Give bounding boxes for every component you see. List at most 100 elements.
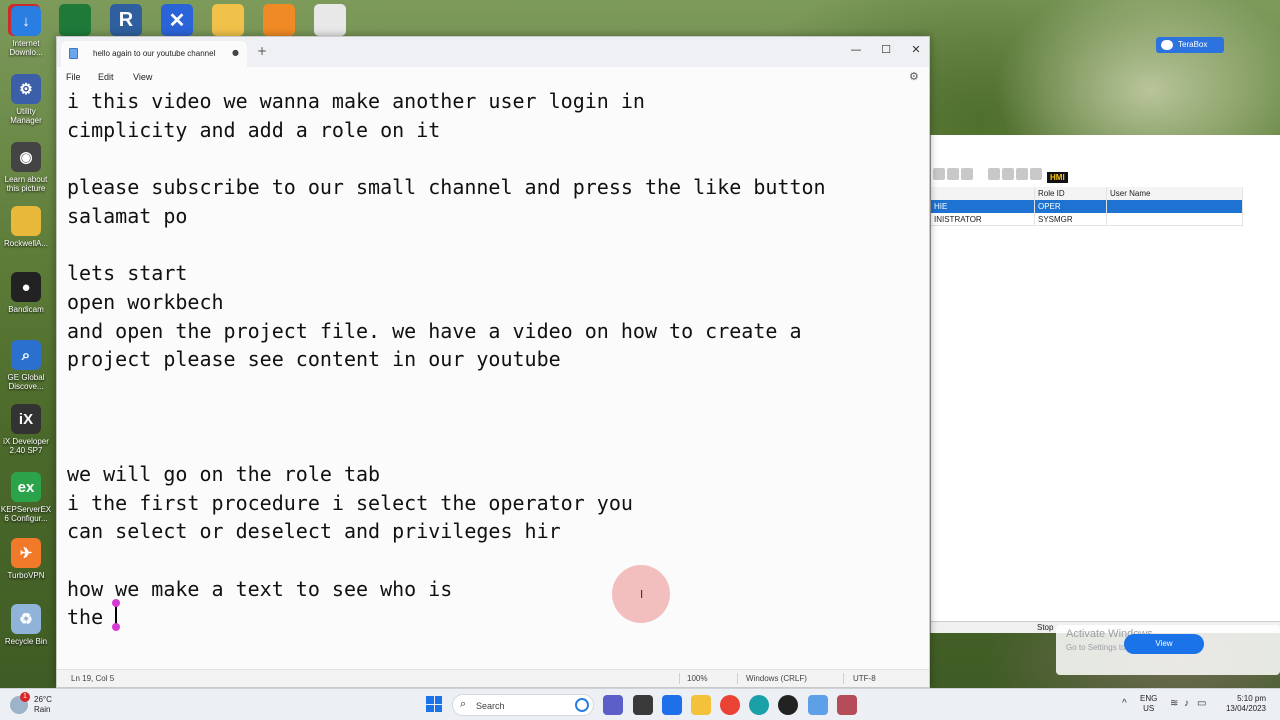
column-header-role-id[interactable]: Role ID — [1035, 186, 1107, 200]
zoom-level[interactable]: 100% — [687, 674, 707, 683]
text-line: cimplicity and add a role on it — [67, 117, 441, 142]
desktop-icon[interactable]: ◉ Learn about this picture — [0, 142, 52, 193]
grid-header: Role ID User Name — [931, 186, 1243, 200]
desktop-icon-glyph — [11, 206, 41, 236]
chevron-up-icon[interactable]: ^ — [1122, 698, 1127, 709]
line-ending[interactable]: Windows (CRLF) — [746, 674, 807, 683]
table-row[interactable]: HIE OPER — [931, 199, 1243, 213]
toolbar-icon[interactable] — [1002, 168, 1014, 180]
desktop-icon[interactable]: ↓ Internet Downlo... — [0, 6, 52, 57]
terabox-label: TeraBox — [1178, 40, 1208, 49]
close-button[interactable]: ✕ — [901, 41, 931, 59]
xmind-icon[interactable]: ✕ — [161, 4, 193, 36]
lang-line1: ENG — [1140, 694, 1158, 703]
text-line: lets start — [67, 261, 188, 286]
encoding[interactable]: UTF-8 — [853, 674, 876, 683]
desktop-icon[interactable]: ⌕ GE Global Discove... — [0, 340, 52, 391]
desktop-icon-glyph: ex — [11, 472, 41, 502]
hmi-button[interactable]: HMI — [1047, 172, 1068, 183]
search-box[interactable]: ⌕ Search — [452, 694, 594, 716]
column-header-user-name[interactable]: User Name — [1107, 186, 1243, 200]
toolbar-icon[interactable] — [988, 168, 1000, 180]
notepad-titlebar[interactable]: hello again to our youtube channel ● + —… — [57, 37, 929, 67]
desktop-icon[interactable]: ⚙ Utility Manager — [0, 74, 52, 125]
text-line: project please see content in our youtub… — [67, 347, 561, 372]
volume-icon[interactable]: ♪ — [1184, 698, 1189, 709]
text-line: the — [67, 599, 923, 632]
desktop-icon-label: TurboVPN — [7, 571, 45, 580]
cimplicity-taskbar-icon[interactable] — [837, 695, 857, 715]
divider — [843, 673, 844, 684]
task-view-icon[interactable] — [633, 695, 653, 715]
text-editor[interactable]: i this video we wanna make another user … — [67, 87, 923, 667]
r-icon[interactable]: R — [110, 4, 142, 36]
desktop-icon-label: Recycle Bin — [4, 637, 48, 646]
notepad-statusbar: Ln 19, Col 5 100% Windows (CRLF) UTF-8 — [57, 669, 929, 687]
edge-icon[interactable] — [749, 695, 769, 715]
text-line — [67, 144, 923, 173]
toolbar-icon[interactable] — [1016, 168, 1028, 180]
date: 13/04/2023 — [1225, 704, 1266, 713]
search-placeholder: Search — [476, 701, 505, 711]
text-line: and open the project file. we have a vid… — [67, 318, 802, 343]
desktop-icon[interactable]: ex KEPServerEX 6 Configur... — [0, 472, 52, 523]
terabox-widget[interactable]: TeraBox — [1156, 37, 1224, 53]
selection-handle-icon[interactable] — [112, 623, 121, 632]
desktop-icon[interactable]: RockwellA... — [0, 206, 52, 248]
minimize-button[interactable]: — — [841, 41, 871, 59]
activate-windows-notice: Activate Windows Go to Settings to activ… — [1056, 625, 1280, 675]
notepad-menubar: File Edit View ⚙ — [57, 67, 929, 87]
settings-gear-icon[interactable]: ⚙ — [909, 70, 919, 83]
kepware-icon[interactable] — [59, 4, 91, 36]
desktop-icon-glyph: ⌕ — [11, 340, 41, 370]
table-row[interactable]: INISTRATOR SYSMGR — [931, 212, 1243, 226]
notepad-taskbar-icon[interactable] — [808, 695, 828, 715]
battery-icon[interactable]: ▭ — [1197, 698, 1206, 709]
desktop-icon-label: GE Global Discove... — [7, 373, 45, 391]
toolbar-icon[interactable] — [933, 168, 945, 180]
file-explorer-icon[interactable] — [691, 695, 711, 715]
selection-handle-icon[interactable] — [112, 599, 121, 608]
cimplicity-window[interactable]: HMI Role ID User Name HIE OPER INISTRATO… — [930, 135, 1280, 633]
text-line: we will go on the role tab — [67, 461, 381, 486]
key-icon[interactable] — [263, 4, 295, 36]
desktop-icon[interactable]: ♻ Recycle Bin — [0, 604, 52, 646]
maximize-button[interactable]: ☐ — [871, 41, 901, 59]
toolbar-icon[interactable] — [961, 168, 973, 180]
menu-edit[interactable]: Edit — [98, 72, 114, 82]
folder-icon[interactable] — [212, 4, 244, 36]
notepad-tab[interactable]: hello again to our youtube channel ● — [61, 41, 247, 67]
chrome-icon[interactable] — [720, 695, 740, 715]
desktop-icon-label: Internet Downlo... — [9, 39, 43, 57]
new-tab-button[interactable]: + — [257, 45, 267, 57]
wifi-icon[interactable]: ≋ — [1170, 698, 1178, 709]
desktop-icon[interactable]: iX iX Developer 2.40 SP7 — [0, 404, 52, 455]
cell-role-id: OPER — [1035, 199, 1107, 213]
document-icon[interactable] — [314, 4, 346, 36]
desktop-icon[interactable]: ✈ TurboVPN — [0, 538, 52, 580]
cell-user: INISTRATOR — [931, 212, 1035, 226]
unsaved-dot-icon[interactable]: ● — [232, 48, 239, 57]
column-header[interactable] — [931, 186, 1035, 200]
bandicam-icon[interactable] — [778, 695, 798, 715]
desktop-icon-glyph: ⚙ — [11, 74, 41, 104]
view-button[interactable]: View — [1124, 634, 1204, 654]
desktop-icon-glyph: ◉ — [11, 142, 41, 172]
clock[interactable]: 5:10 pm 13/04/2023 — [1210, 694, 1266, 714]
store-icon[interactable] — [662, 695, 682, 715]
desktop-icon-glyph: ● — [11, 272, 41, 302]
desktop-icon-glyph: ↓ — [11, 6, 41, 36]
bing-icon[interactable] — [575, 698, 589, 712]
cell-user: HIE — [931, 199, 1035, 213]
menu-file[interactable]: File — [66, 72, 81, 82]
menu-view[interactable]: View — [133, 72, 152, 82]
chat-icon[interactable] — [603, 695, 623, 715]
language-indicator[interactable]: ENG US — [1140, 694, 1157, 714]
text-line — [67, 546, 923, 575]
desktop-icon[interactable]: ● Bandicam — [0, 272, 52, 314]
start-button[interactable] — [426, 696, 442, 712]
text-line: please subscribe to our small channel an… — [67, 175, 826, 200]
notepad-window[interactable]: hello again to our youtube channel ● + —… — [56, 36, 930, 688]
toolbar-icon[interactable] — [1030, 168, 1042, 180]
toolbar-icon[interactable] — [947, 168, 959, 180]
